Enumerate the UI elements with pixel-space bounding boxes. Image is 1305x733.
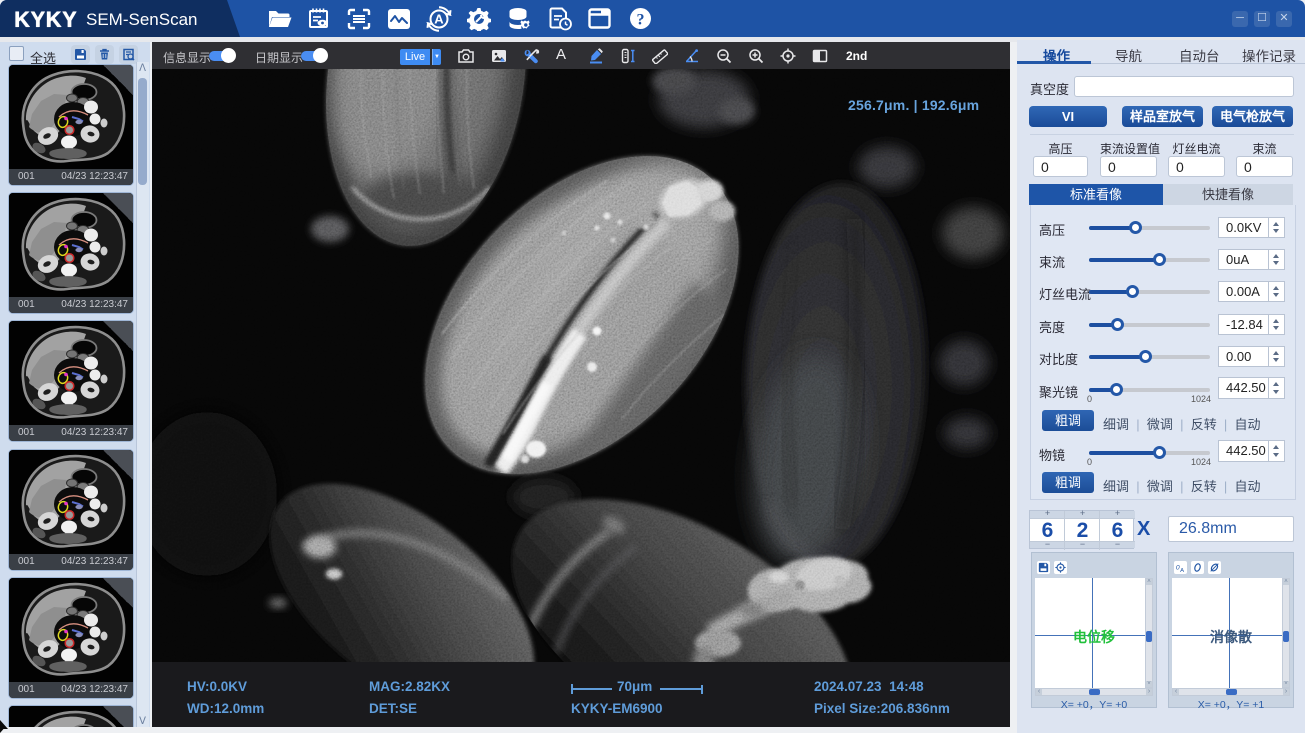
svg-text:?: ? [637, 12, 645, 29]
svg-text:A: A [1180, 568, 1184, 573]
svg-text:A: A [434, 12, 444, 27]
